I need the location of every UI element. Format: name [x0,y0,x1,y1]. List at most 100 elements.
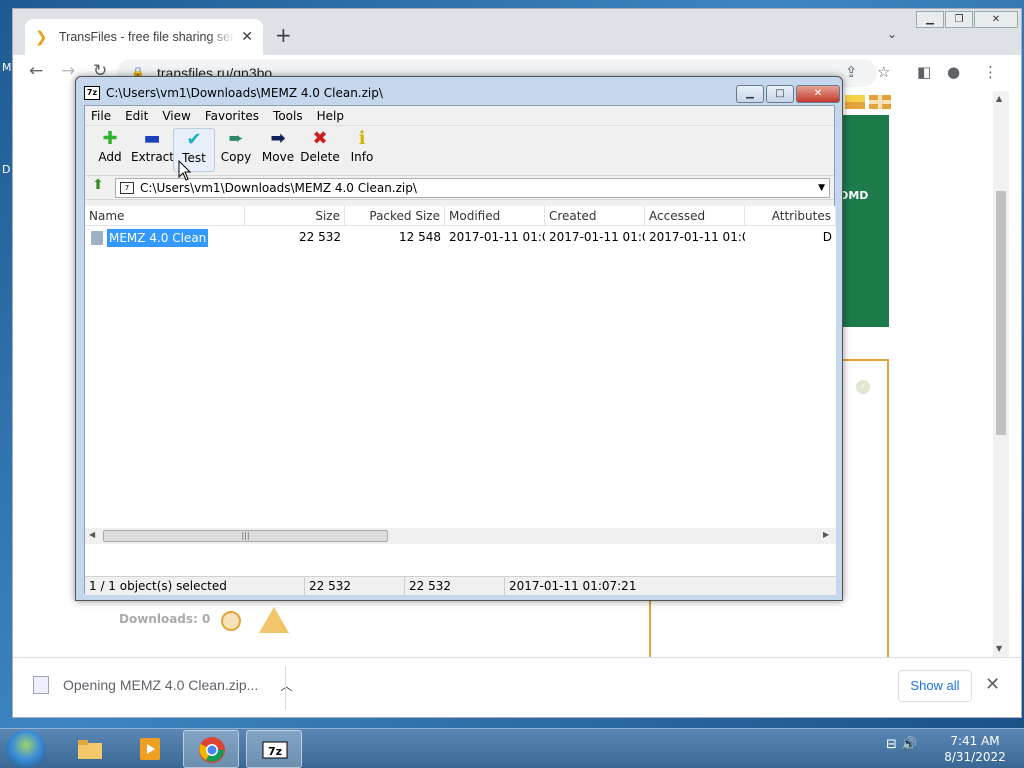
window-title: C:\Users\vm1\Downloads\MEMZ 4.0 Clean.zi… [106,86,383,100]
scroll-left-icon[interactable]: ◀ [89,530,95,539]
sevenzip-titlebar[interactable]: 7z C:\Users\vm1\Downloads\MEMZ 4.0 Clean… [84,86,383,100]
7zip-logo-icon: 7z [84,86,100,100]
start-button[interactable] [6,730,46,768]
move-button[interactable]: ➡ Move [257,128,299,172]
status-selected: 1 / 1 object(s) selected [85,577,305,595]
desktop-icon-fragment[interactable]: D [2,163,10,176]
browser-tab[interactable]: ❯ TransFiles - free file sharing service… [25,19,263,55]
status-packed: 22 532 [405,577,505,595]
scroll-thumb[interactable] [996,191,1006,435]
col-size[interactable]: Size [245,206,345,225]
folder-icon [91,231,103,245]
scroll-thumb[interactable]: ||| [103,530,388,542]
download-item[interactable]: Opening MEMZ 4.0 Clean.zip... ︿ [33,676,292,694]
check-icon: ✔ [186,129,202,150]
menu-help[interactable]: Help [317,109,344,123]
tab-close-icon[interactable]: ✕ [241,29,253,45]
up-folder-icon[interactable]: ⬆ [85,177,111,199]
taskbar-media-player[interactable] [122,730,178,768]
delete-button[interactable]: ✖ Delete [299,128,341,172]
address-row: ⬆ 7 C:\Users\vm1\Downloads\MEMZ 4.0 Clea… [85,176,834,200]
clock[interactable]: 7:41 AM 8/31/2022 [940,733,1010,765]
menu-edit[interactable]: Edit [125,109,148,123]
col-attributes[interactable]: Attributes [745,206,836,225]
add-button[interactable]: ✚ Add [89,128,131,172]
list-header: Name Size Packed Size Modified Created A… [85,206,836,226]
close-download-shelf-icon[interactable]: ✕ [985,674,1000,695]
taskbar-explorer[interactable] [62,730,118,768]
bookmark-star-icon[interactable]: ☆ [877,63,890,81]
col-packed-size[interactable]: Packed Size [345,206,445,225]
taskbar-chrome[interactable] [183,730,239,768]
extract-button[interactable]: ▬ Extract [131,128,174,172]
col-created[interactable]: Created [545,206,645,225]
sevenzip-window: 7z C:\Users\vm1\Downloads\MEMZ 4.0 Clean… [75,76,843,601]
desktop-icon-fragment[interactable]: M [2,61,12,74]
side-panel-icon[interactable]: ◧ [917,63,931,81]
close-icon[interactable]: ✕ [796,85,840,103]
menu-kebab-icon[interactable]: ⋮ [983,63,998,81]
taskbar-7zip[interactable]: 7z [246,730,302,768]
file-list: Name Size Packed Size Modified Created A… [85,206,836,576]
maximize-icon[interactable]: □ [766,85,794,103]
menu-tools[interactable]: Tools [273,109,303,123]
col-name[interactable]: Name [85,206,245,225]
new-tab-icon[interactable]: + [275,23,292,47]
status-size: 22 532 [305,577,405,595]
delete-x-icon: ✖ [312,128,328,149]
cell-attributes: D [822,230,832,244]
extract-label: Extract [131,150,174,164]
info-button[interactable]: ℹ Info [341,128,383,172]
profile-avatar-icon[interactable]: ● [947,63,960,81]
col-accessed[interactable]: Accessed [645,206,745,225]
scroll-right-icon[interactable]: ▶ [823,530,829,539]
chrome-window-controls: ▁ ❐ ✕ [915,11,1018,28]
chevron-up-icon[interactable]: ︿ [280,677,292,694]
page-scrollbar[interactable]: ▲ ▼ [993,91,1009,657]
cell-created: 2017-01-11 01:07 [549,230,645,244]
svg-text:7z: 7z [268,745,282,758]
close-icon[interactable]: ✕ [974,11,1018,28]
minus-icon: ▬ [143,128,161,149]
network-icon[interactable]: ⊟ [886,737,897,752]
copy-button[interactable]: ➨ Copy [215,128,257,172]
toolbar: ✚ Add ▬ Extract ✔ Test ➨ Copy ➡ Move ✖ D… [85,126,834,176]
menu-favorites[interactable]: Favorites [205,109,259,123]
flag-ru-icon[interactable] [845,95,865,109]
clock-time: 7:41 AM [950,734,1000,748]
status-date: 2017-01-11 01:07:21 [509,579,637,593]
share-icon[interactable]: ⇪ [845,63,858,81]
menu-file[interactable]: File [91,109,111,123]
table-row[interactable]: MEMZ 4.0 Clean 22 532 12 548 2017-01-11 … [85,227,836,249]
restore-icon[interactable]: ❐ [945,11,973,28]
explorer-icon [78,740,102,759]
path-field[interactable]: 7 C:\Users\vm1\Downloads\MEMZ 4.0 Clean.… [115,177,830,198]
copy-label: Copy [220,150,252,164]
minimize-icon[interactable]: ▁ [916,11,944,28]
move-arrow-icon: ➡ [270,128,286,149]
qr-code-icon[interactable] [221,611,241,631]
col-modified[interactable]: Modified [445,206,545,225]
divider [285,666,286,710]
show-all-button[interactable]: Show all [898,670,972,702]
tab-search-chevron-icon[interactable]: ⌄ [887,27,897,41]
back-icon[interactable]: ← [29,61,43,81]
dropdown-arrow-icon[interactable]: ▼ [818,183,825,193]
add-label: Add [98,150,122,164]
scroll-down-icon[interactable]: ▼ [996,644,1002,653]
volume-icon[interactable]: 🔊 [901,737,917,752]
cell-size: 22 532 [299,230,341,244]
horizontal-scrollbar[interactable]: ◀ ||| ▶ [85,528,836,544]
menu-view[interactable]: View [162,109,190,123]
download-shelf: Opening MEMZ 4.0 Clean.zip... ︿ Show all… [13,657,1021,717]
check-circle-icon: ✓ [856,380,870,394]
delete-label: Delete [300,150,340,164]
forward-icon[interactable]: → [61,61,75,81]
scroll-up-icon[interactable]: ▲ [996,94,1002,103]
sevenzip-body: File Edit View Favorites Tools Help ✚ Ad… [84,105,836,595]
flag-uk-icon[interactable] [869,95,891,109]
taskbar: 7z ⊟ 🔊 7:41 AM 8/31/2022 [0,728,1024,768]
copy-arrow-icon: ➨ [228,128,244,149]
warning-icon[interactable] [259,607,289,633]
minimize-icon[interactable]: ▁ [736,85,764,103]
